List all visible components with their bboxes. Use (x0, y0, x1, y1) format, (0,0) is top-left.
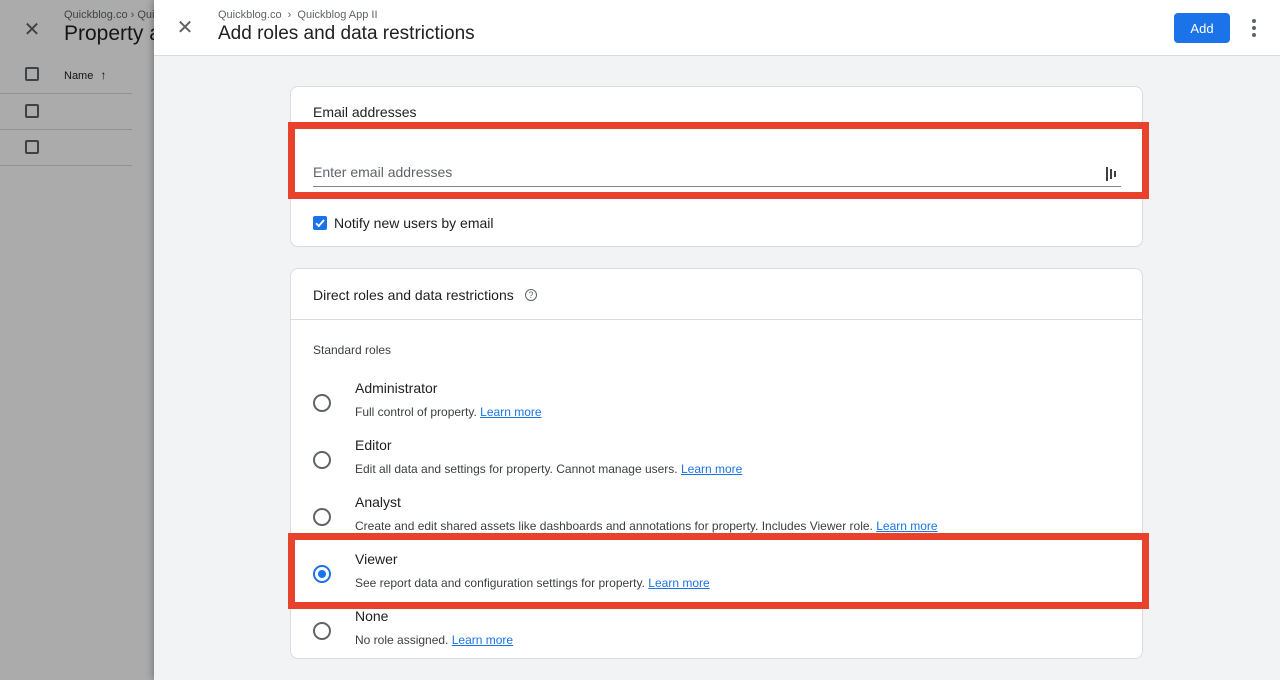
learn-more-link[interactable]: Learn more (681, 462, 742, 476)
role-name: None (355, 608, 389, 624)
notify-label[interactable]: Notify new users by email (334, 215, 494, 231)
role-name: Administrator (355, 380, 438, 396)
email-section-title: Email addresses (313, 104, 417, 120)
highlight-box-viewer (288, 533, 1149, 609)
role-option-none[interactable]: None No role assigned. Learn more (291, 608, 1142, 665)
breadcrumb: Quickblog.co › Quickblog App II (218, 9, 378, 21)
radio-button[interactable] (313, 394, 331, 412)
page-title: Add roles and data restrictions (218, 23, 475, 44)
learn-more-link[interactable]: Learn more (452, 633, 513, 647)
close-icon[interactable]: ✕ (176, 18, 194, 38)
role-name: Editor (355, 437, 392, 453)
standard-roles-label: Standard roles (313, 343, 392, 357)
breadcrumb-property[interactable]: Quickblog App II (297, 9, 377, 21)
role-description: Full control of property. Learn more (355, 405, 542, 419)
role-name: Analyst (355, 494, 401, 510)
radio-button[interactable] (313, 622, 331, 640)
learn-more-link[interactable]: Learn more (876, 519, 937, 533)
role-description: Edit all data and settings for property.… (355, 462, 743, 476)
role-option-editor[interactable]: Editor Edit all data and settings for pr… (291, 437, 1142, 494)
help-icon[interactable]: ? (525, 289, 537, 301)
learn-more-link[interactable]: Learn more (480, 405, 541, 419)
radio-button[interactable] (313, 508, 331, 526)
breadcrumb-separator: › (287, 9, 292, 21)
radio-button[interactable] (313, 451, 331, 469)
highlight-box-email (288, 122, 1149, 199)
roles-section-title: Direct roles and data restrictions (313, 287, 514, 303)
panel-header: ✕ Quickblog.co › Quickblog App II Add ro… (154, 0, 1280, 56)
breadcrumb-account[interactable]: Quickblog.co (218, 9, 282, 21)
notify-checkbox[interactable] (313, 216, 327, 230)
add-button[interactable]: Add (1174, 13, 1230, 43)
divider (291, 319, 1142, 320)
role-description: Create and edit shared assets like dashb… (355, 519, 938, 533)
role-description: No role assigned. Learn more (355, 633, 514, 647)
role-option-administrator[interactable]: Administrator Full control of property. … (291, 380, 1142, 437)
more-vert-icon[interactable] (1244, 16, 1264, 40)
